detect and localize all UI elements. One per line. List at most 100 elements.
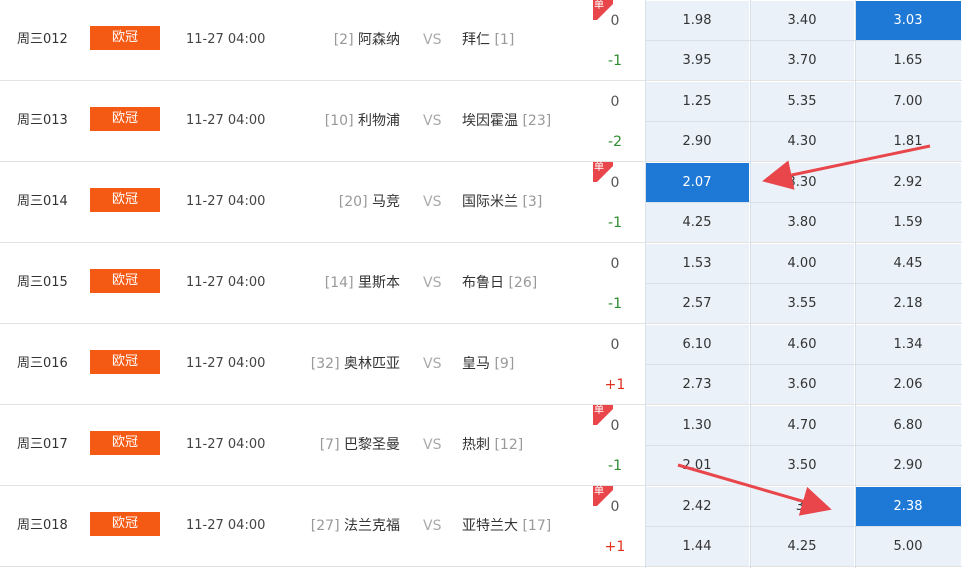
home-team-name: 利物浦 [358,113,400,129]
odds-cell[interactable]: 1.30 [645,406,749,445]
home-team[interactable]: [7] 巴黎圣曼 [320,437,400,453]
handicap-line-2: -2 [608,134,622,150]
match-time: 11-27 04:00 [186,356,266,371]
league-badge[interactable]: 欧冠 [90,350,160,374]
home-team-name: 马竞 [372,194,400,210]
odds-cell[interactable]: 3.80 [750,203,854,242]
away-team[interactable]: 热刺 [12] [462,437,523,453]
grid-hline [645,283,962,284]
match-number: 周三013 [17,113,68,128]
away-team-name: 埃因霍温 [462,113,518,129]
home-team[interactable]: [2] 阿森纳 [334,32,400,48]
home-team[interactable]: [20] 马竞 [339,194,400,210]
odds-cell[interactable]: 2.90 [645,122,749,161]
away-rank: [1] [490,32,515,48]
odds-cell[interactable]: 2.57 [645,284,749,323]
grid-hline [645,40,962,41]
odds-cell[interactable]: 4.00 [750,244,854,283]
home-team[interactable]: [27] 法兰克福 [311,518,400,534]
vs-label: VS [423,518,442,534]
match-time: 11-27 04:00 [186,275,266,290]
handicap-line-1: 0 [610,499,620,515]
away-team-name: 布鲁日 [462,275,504,291]
grid-vline [855,0,856,568]
odds-cell[interactable]: 3.60 [750,365,854,404]
league-badge[interactable]: 欧冠 [90,512,160,536]
odds-cell[interactable]: 3.70 [750,41,854,80]
home-team[interactable]: [32] 奥林匹亚 [311,356,400,372]
odds-cell[interactable]: 1.65 [855,41,961,80]
odds-cell[interactable]: 4.60 [750,325,854,364]
odds-cell[interactable]: 2.90 [855,446,961,485]
odds-cell[interactable]: 4.25 [750,527,854,566]
away-rank: [12] [490,437,524,453]
match-table: 周三012 欧冠 11-27 04:00 [2] 阿森纳 VS 拜仁 [1] 单 0 -1 1.9… [0,0,962,568]
odds-cell[interactable]: 1.59 [855,203,961,242]
odds-cell[interactable]: 4.70 [750,406,854,445]
odds-cell[interactable]: 3.55 [750,284,854,323]
handicap-line-1: 0 [610,94,620,110]
odds-cell[interactable]: 1.98 [645,1,749,40]
odds-cell[interactable]: 3.40 [750,1,854,40]
home-rank: [20] [338,194,372,210]
odds-cell[interactable]: 5.00 [855,527,961,566]
home-team[interactable]: [10] 利物浦 [325,113,400,129]
handicap-line-1: 0 [610,13,620,29]
odds-cell[interactable]: 1.81 [855,122,961,161]
odds-cell[interactable]: 1.34 [855,325,961,364]
odds-cell[interactable]: 6.80 [855,406,961,445]
league-badge[interactable]: 欧冠 [90,269,160,293]
match-number: 周三018 [17,518,68,533]
away-team-name: 拜仁 [462,32,490,48]
odds-cell[interactable]: 3.50 [750,446,854,485]
odds-cell[interactable]: 7.00 [855,82,961,121]
match-time: 11-27 04:00 [186,194,266,209]
vs-label: VS [423,437,442,453]
away-team[interactable]: 国际米兰 [3] [462,194,542,210]
odds-cell[interactable]: 2.92 [855,163,961,202]
match-time: 11-27 04:00 [186,437,266,452]
grid-hline [645,121,962,122]
away-team[interactable]: 皇马 [9] [462,356,514,372]
odds-cell[interactable]: 4.25 [645,203,749,242]
league-badge[interactable]: 欧冠 [90,188,160,212]
odds-cell[interactable]: 5.35 [750,82,854,121]
away-rank: [26] [504,275,538,291]
grid-hline [645,364,962,365]
away-team-name: 皇马 [462,356,490,372]
odds-cell[interactable]: 4.30 [750,122,854,161]
odds-cell[interactable]: 2.42 [645,487,749,526]
odds-cell[interactable]: 3.30 [750,163,854,202]
odds-cell[interactable]: 3.95 [645,41,749,80]
away-team[interactable]: 亚特兰大 [17] [462,518,551,534]
odds-cell[interactable]: 1.25 [645,82,749,121]
odds-cell[interactable]: 2.01 [645,446,749,485]
single-badge-label: 单 [594,0,604,11]
handicap-line-1: 0 [610,337,620,353]
away-team[interactable]: 布鲁日 [26] [462,275,537,291]
odds-cell[interactable]: 4.45 [855,244,961,283]
home-rank: [14] [324,275,358,291]
home-team[interactable]: [14] 里斯本 [325,275,400,291]
league-badge[interactable]: 欧冠 [90,26,160,50]
away-team[interactable]: 埃因霍温 [23] [462,113,551,129]
odds-cell[interactable]: 3.03 [855,1,961,40]
odds-cell[interactable]: 6.10 [645,325,749,364]
home-rank: [7] [319,437,344,453]
league-badge[interactable]: 欧冠 [90,107,160,131]
odds-cell[interactable]: 2.07 [645,163,749,202]
odds-cell[interactable]: 1.44 [645,527,749,566]
odds-cell[interactable]: 2.06 [855,365,961,404]
match-number: 周三017 [17,437,68,452]
away-team[interactable]: 拜仁 [1] [462,32,514,48]
home-rank: [10] [324,113,358,129]
home-rank: [27] [310,518,344,534]
odds-cell[interactable]: 2.38 [855,487,961,526]
odds-cell[interactable]: 2.18 [855,284,961,323]
away-rank: [23] [518,113,552,129]
single-badge-label: 单 [594,486,604,497]
odds-cell[interactable]: 1.53 [645,244,749,283]
odds-cell[interactable]: 2.73 [645,365,749,404]
odds-cell[interactable]: 3. [750,487,854,526]
league-badge[interactable]: 欧冠 [90,431,160,455]
